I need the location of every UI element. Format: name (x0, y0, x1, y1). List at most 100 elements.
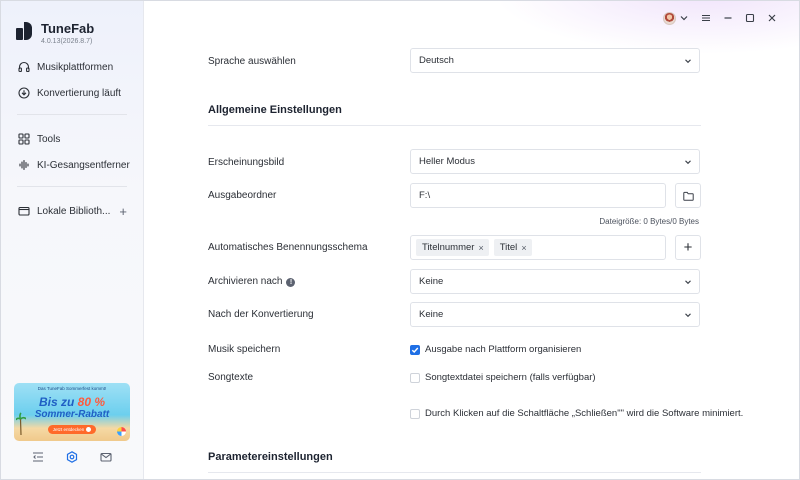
tunefab-logo (16, 22, 34, 40)
settings-panel: Sprache auswählen Deutsch Allgemeine Ein… (144, 1, 799, 479)
sidebar-item-label: Konvertierung läuft (37, 87, 121, 99)
save-lyrics-checkbox[interactable] (410, 372, 420, 383)
tag-track-number[interactable]: Titelnummer × (416, 239, 489, 256)
appearance-select[interactable]: Heller Modus (410, 149, 700, 174)
sidebar-item-label: KI-Gesangsentferner (37, 159, 130, 171)
app-name: TuneFab (41, 21, 95, 36)
after-conversion-value: Keine (419, 309, 444, 320)
sidebar-bottom-toolbar (1, 451, 143, 463)
sidebar-item-music-platforms[interactable]: Musikplattformen (1, 54, 143, 80)
sidebar-item-label: Lokale Biblioth... (37, 205, 111, 217)
after-conversion-label: Nach der Konvertierung (208, 309, 314, 320)
sidebar-divider (17, 186, 127, 187)
chevron-down-icon (685, 59, 691, 64)
palm-tree-icon (16, 412, 26, 435)
chevron-down-icon (685, 313, 691, 318)
info-icon[interactable]: ! (286, 278, 296, 287)
browse-folder-button[interactable] (675, 183, 701, 208)
collapse-sidebar-icon[interactable] (32, 451, 44, 463)
sidebar-divider (17, 114, 127, 115)
sidebar-item-tools[interactable]: Tools (1, 126, 143, 152)
file-size-info: Dateigröße: 0 Bytes/0 Bytes (599, 217, 699, 226)
language-label: Sprache auswählen (208, 56, 296, 67)
banner-prefix: Bis zu (38, 395, 78, 409)
app-version: 4.0.13(2026.8.7) (41, 38, 93, 45)
minimize-icon[interactable] (723, 13, 733, 23)
settings-gear-icon[interactable] (66, 451, 78, 463)
account-menu[interactable] (663, 11, 689, 25)
remove-tag-icon[interactable]: × (521, 243, 526, 253)
appearance-value: Heller Modus (419, 156, 475, 167)
minimize-on-close-row[interactable]: Durch Klicken auf die Schaltfläche „Schl… (410, 408, 743, 419)
after-conversion-select[interactable]: Keine (410, 302, 700, 327)
banner-headline: Bis zu 80 % (14, 395, 130, 409)
tag-label: Titelnummer (422, 242, 475, 253)
archive-value: Keine (419, 276, 444, 287)
banner-subheadline: Sommer-Rabatt (34, 409, 110, 420)
organize-by-platform-row[interactable]: Ausgabe nach Plattform organisieren (410, 344, 581, 355)
archive-select[interactable]: Keine (410, 269, 700, 294)
lyrics-label: Songtexte (208, 372, 254, 383)
save-lyrics-row[interactable]: Songtextdatei speichern (falls verfügbar… (410, 372, 596, 383)
output-folder-label: Ausgabeordner (208, 190, 277, 201)
app-window: TuneFab 4.0.13(2026.8.7) Musikplattforme… (0, 0, 800, 480)
parameter-settings-title: Parametereinstellungen (208, 451, 333, 463)
promo-banner[interactable]: Das TuneFab Sommerfest kommt! Bis zu 80 … (14, 383, 130, 441)
banner-percent: 80 % (77, 395, 106, 409)
check-icon (411, 347, 419, 353)
menu-icon[interactable] (701, 13, 711, 23)
save-lyrics-label: Songtextdatei speichern (falls verfügbar… (425, 372, 596, 383)
arrow-right-icon (86, 427, 92, 432)
sidebar-nav-top: Musikplattformen Konvertierung läuft (1, 54, 143, 106)
appearance-label: Erscheinungsbild (208, 157, 285, 168)
plus-icon: + (683, 239, 693, 256)
headphones-icon (18, 61, 30, 73)
sidebar-item-label: Musikplattformen (37, 61, 114, 73)
title-bar (663, 10, 799, 26)
sidebar-item-converting[interactable]: Konvertierung läuft (1, 80, 143, 106)
folder-icon (682, 191, 694, 201)
sidebar-nav-library: Lokale Biblioth... + (1, 198, 143, 224)
language-select[interactable]: Deutsch (410, 48, 700, 73)
folder-icon (18, 206, 30, 216)
chevron-down-icon (685, 160, 691, 165)
maximize-icon[interactable] (745, 13, 755, 23)
close-icon[interactable] (767, 13, 777, 23)
chevron-down-icon (680, 16, 688, 21)
tag-label: Titel (499, 242, 518, 253)
naming-scheme-tags[interactable]: Titelnummer × Titel × (410, 235, 666, 260)
avatar (663, 11, 676, 25)
sidebar-item-vocal-remover[interactable]: KI-Gesangsentferner (1, 152, 143, 178)
add-naming-tag-button[interactable]: + (675, 235, 701, 260)
language-value: Deutsch (419, 55, 454, 66)
add-library-button[interactable]: + (119, 204, 127, 219)
sidebar-item-local-library[interactable]: Lokale Biblioth... + (1, 198, 143, 224)
banner-top-text: Das TuneFab Sommerfest kommt! (37, 386, 107, 391)
remove-tag-icon[interactable]: × (478, 243, 483, 253)
sidebar-nav-tools: Tools KI-Gesangsentferner (1, 126, 143, 178)
tag-title[interactable]: Titel × (493, 239, 532, 256)
chevron-down-icon (685, 280, 691, 285)
section-divider (208, 472, 701, 473)
minimize-on-close-checkbox[interactable] (410, 408, 420, 419)
minimize-on-close-label: Durch Klicken auf die Schaltfläche „Schl… (425, 408, 744, 419)
organize-by-platform-checkbox[interactable] (410, 344, 420, 355)
output-folder-value: F:\ (419, 190, 431, 201)
sidebar: TuneFab 4.0.13(2026.8.7) Musikplattforme… (1, 1, 144, 479)
banner-cta-label: Jetzt entdecken (52, 427, 85, 432)
sidebar-item-label: Tools (37, 133, 61, 145)
archive-label-text: Archivieren nach (208, 276, 283, 287)
beach-ball-icon (117, 427, 126, 436)
output-folder-input[interactable]: F:\ (410, 183, 666, 208)
section-divider (208, 125, 701, 126)
banner-cta-button[interactable]: Jetzt entdecken (48, 425, 96, 434)
grid-icon (18, 133, 30, 145)
mail-icon[interactable] (100, 451, 112, 463)
organize-by-platform-label: Ausgabe nach Plattform organisieren (425, 344, 582, 355)
download-circle-icon (18, 87, 30, 99)
archive-label: Archivieren nach! (208, 276, 296, 287)
general-settings-title: Allgemeine Einstellungen (208, 104, 342, 116)
naming-scheme-label: Automatisches Benennungsschema (208, 242, 368, 253)
save-music-label: Musik speichern (208, 344, 281, 355)
brand: TuneFab 4.0.13(2026.8.7) (16, 21, 94, 45)
